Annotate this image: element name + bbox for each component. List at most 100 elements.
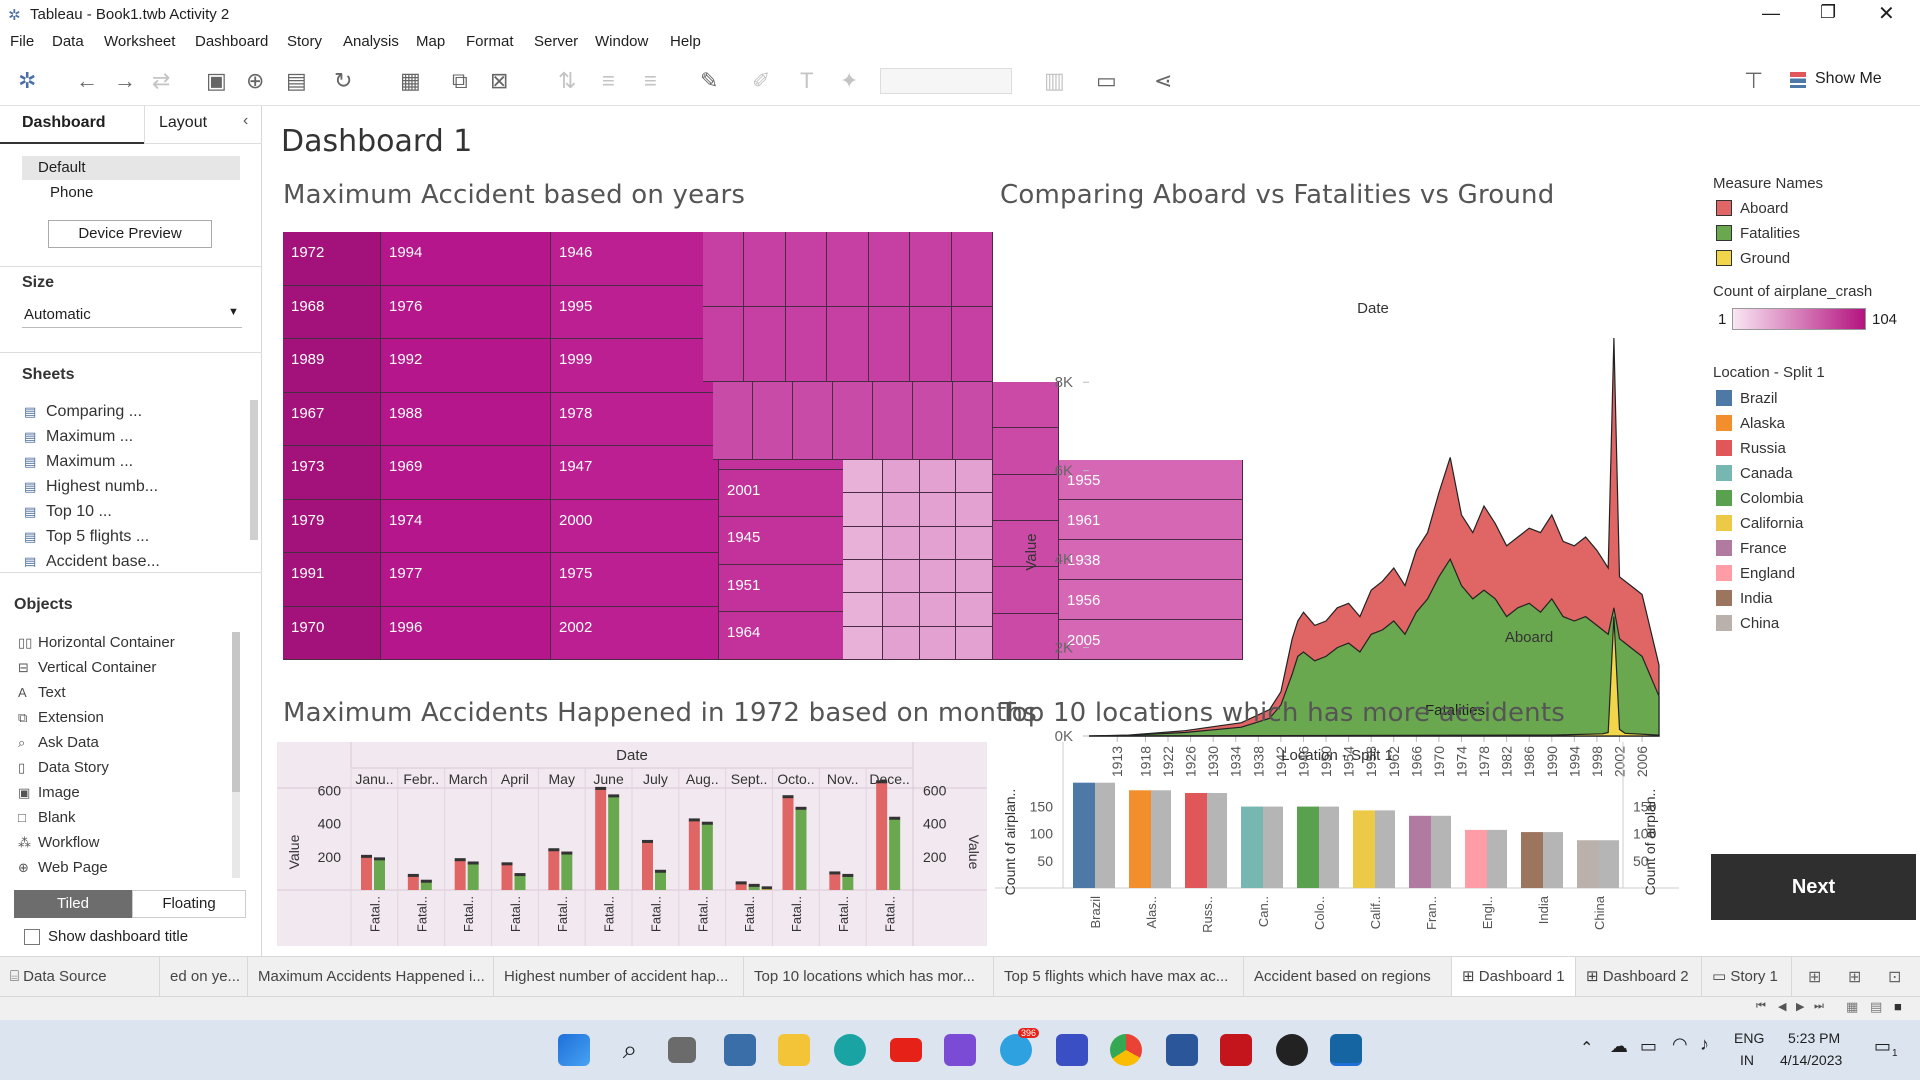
treemap-cell[interactable] [843,460,883,494]
new-story-tab-icon[interactable]: ⊡ [1888,967,1901,987]
legend-item-location[interactable]: France [1716,540,1787,557]
tableau-taskbar-icon[interactable] [1330,1034,1362,1066]
show-title-checkbox[interactable] [24,929,40,945]
clipchamp-icon[interactable] [944,1034,976,1066]
months-bar-chart[interactable]: Date 200 200 400 400 600 600 Value Value Janu.. Fa… [277,742,987,946]
treemap-cell[interactable] [868,307,911,382]
treemap-cell[interactable]: 1979 [283,499,381,553]
legend-item-location[interactable]: Alaska [1716,415,1785,432]
file-explorer-icon[interactable] [778,1034,810,1066]
pin-icon[interactable]: ✦ [840,70,858,92]
object-web-page[interactable]: ⊕ Web Page [18,859,108,876]
treemap-cell[interactable]: 1972 [283,232,381,286]
power-automate-icon[interactable] [1056,1034,1088,1066]
sheet-item[interactable]: ▤ Maximum ... [24,428,133,446]
treemap-cell[interactable] [785,307,828,382]
legend-item-location[interactable]: India [1716,590,1773,607]
undo-icon[interactable]: ← [76,70,98,92]
objects-scrollbar[interactable] [232,632,240,878]
treemap-cell[interactable] [785,232,828,307]
treemap-cell[interactable] [956,626,993,660]
treemap-cell[interactable] [713,382,753,460]
menu-analysis[interactable]: Analysis [343,33,399,50]
onedrive-icon[interactable]: ☁ [1610,1036,1628,1057]
treemap-cell[interactable] [793,382,833,460]
language-region[interactable]: IN [1740,1052,1754,1068]
device-default[interactable]: Default [22,156,240,180]
notification-icon[interactable]: ▭ [1874,1036,1891,1057]
treemap-cell[interactable]: 2002 [551,606,719,660]
legend-item-location[interactable]: Colombia [1716,490,1803,507]
device-preview-button[interactable]: Device Preview [48,220,212,248]
new-data-source-icon[interactable]: ⊕ [246,70,264,92]
highlight-icon[interactable]: ✎ [700,70,718,92]
prev-page-icon[interactable]: ◀ [1778,1000,1786,1013]
group-icon[interactable]: ✐ [752,70,770,92]
redo-icon[interactable]: → [114,70,136,92]
sheet-item[interactable]: ▤ Maximum ... [24,453,133,471]
film-view-icon[interactable]: ■ [1894,999,1902,1014]
menu-window[interactable]: Window [595,33,648,50]
legend-item-location[interactable]: California [1716,515,1803,532]
treemap-cell[interactable] [833,382,873,460]
sheet-item[interactable]: ▤ Top 5 flights ... [24,528,149,546]
legend-item-location[interactable]: England [1716,565,1795,582]
treemap-cell[interactable] [919,593,957,627]
object-extension[interactable]: ⧉ Extension [18,709,104,726]
treemap-cell[interactable] [883,593,920,627]
treemap-cell[interactable] [956,593,993,627]
treemap-cell[interactable] [868,232,911,307]
menu-worksheet[interactable]: Worksheet [104,33,175,50]
swap-icon[interactable]: ⇅ [558,70,576,92]
treemap-cell[interactable]: 1991 [283,553,381,607]
chrome-icon[interactable] [1110,1034,1142,1066]
treemap-cell[interactable] [956,460,993,494]
treemap-cell[interactable]: 1976 [381,285,551,339]
treemap-cell[interactable]: 1967 [283,392,381,446]
volume-icon[interactable]: ♪ [1700,1034,1709,1055]
treemap-cell[interactable] [827,232,869,307]
treemap-cell[interactable] [956,526,993,560]
tab-data-source[interactable]: ⌸ Data Source [0,957,160,997]
language-indicator[interactable]: ENG [1734,1030,1764,1046]
device-phone[interactable]: Phone [50,184,93,201]
show-me-icon[interactable] [1790,72,1806,88]
acrobat-icon[interactable] [1220,1034,1252,1066]
object-text[interactable]: A Text [18,684,66,701]
sheet-tab[interactable]: Maximum Accidents Happened i... [248,957,494,997]
treemap-cell[interactable] [883,626,920,660]
sheet-item[interactable]: ▤ Highest numb... [24,478,158,496]
sheet-item[interactable]: ▤ Top 10 ... [24,503,112,521]
legend-item-fatalities[interactable]: Fatalities [1716,225,1800,242]
treemap-cell[interactable] [956,560,993,594]
treemap-cell[interactable]: 1978 [551,392,719,446]
treemap-cell[interactable] [744,307,786,382]
sheet-tab[interactable]: Top 10 locations which has mor... [744,957,994,997]
windows-start-icon[interactable] [558,1034,590,1066]
tab-story-1[interactable]: ▭ Story 1 [1702,957,1792,997]
treemap-cell[interactable]: 1947 [551,446,719,500]
new-worksheet-icon[interactable]: ▦ [400,70,421,92]
chevron-up-icon[interactable]: ⌃ [1580,1038,1593,1058]
treemap-cell[interactable] [910,232,952,307]
menu-dashboard[interactable]: Dashboard [195,33,268,50]
object-data-story[interactable]: ▯ Data Story [18,759,109,776]
edge-icon[interactable] [834,1034,866,1066]
first-page-icon[interactable]: ⏮ [1756,1000,1766,1013]
grid-view-icon[interactable]: ▦ [1846,999,1858,1015]
sheet-item[interactable]: ▤ Comparing ... [24,403,142,421]
menu-story[interactable]: Story [287,33,322,50]
treemap-cell[interactable] [910,307,952,382]
treemap-cell[interactable] [883,493,920,527]
treemap-cell[interactable] [827,307,869,382]
labels-icon[interactable]: T [800,70,813,92]
tiled-button[interactable]: Tiled [14,890,132,918]
legend-item-location[interactable]: Brazil [1716,390,1778,407]
next-page-icon[interactable]: ▶ [1796,1000,1804,1013]
top10-bar-chart[interactable]: Location - Split 150 50100 100150 150Count … [995,742,1679,946]
treemap-cell[interactable]: 1977 [381,553,551,607]
treemap-cell[interactable]: 1989 [283,339,381,393]
treemap-cell[interactable] [956,493,993,527]
collapse-pane-icon[interactable]: ‹ [243,112,248,130]
treemap-cell[interactable]: 1970 [283,606,381,660]
